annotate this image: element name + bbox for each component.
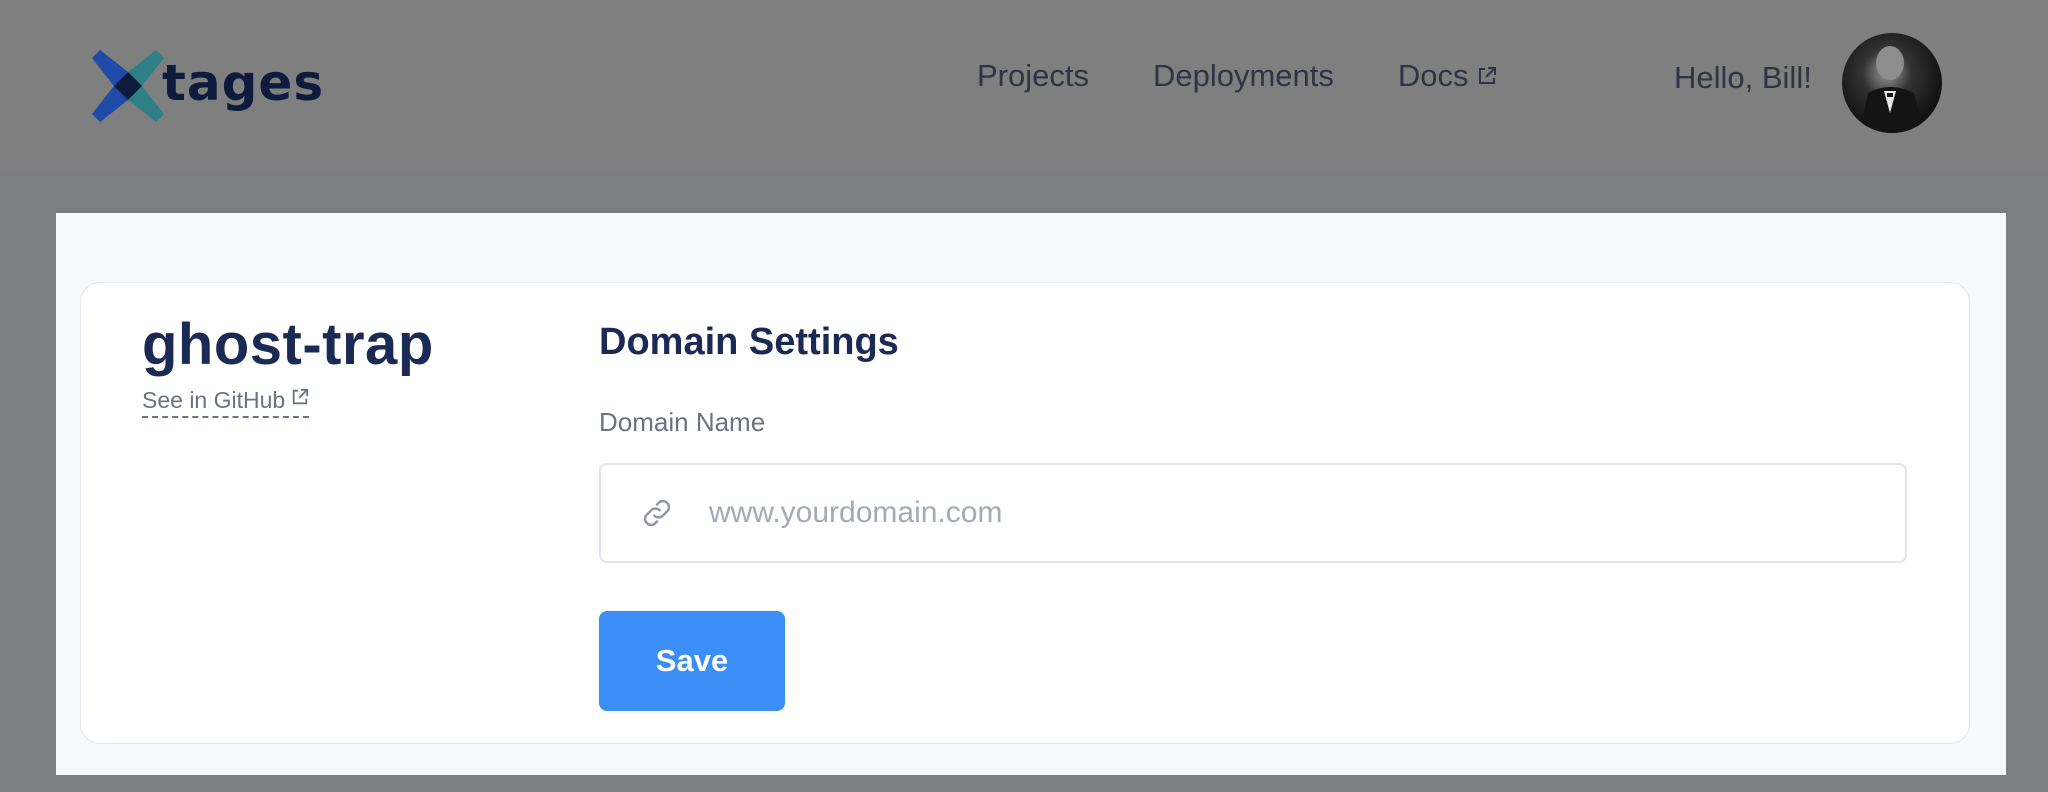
nav-docs-label: Docs [1397, 58, 1469, 93]
nav-docs[interactable]: Docs [1398, 58, 1497, 94]
github-link[interactable]: See in GitHub [142, 387, 310, 418]
domain-settings-card: ghost-trap See in GitHub Domain Settings… [80, 282, 1970, 744]
main-panel: ghost-trap See in GitHub Domain Settings… [56, 213, 2006, 775]
logo-x-icon [92, 50, 164, 122]
avatar-image [1860, 46, 1924, 133]
logo[interactable]: tages [92, 48, 324, 124]
nav-projects[interactable]: Projects [977, 58, 1089, 94]
section-title: Domain Settings [599, 321, 899, 363]
nav-projects-label: Projects [977, 58, 1089, 93]
avatar[interactable] [1842, 33, 1942, 133]
domain-name-field[interactable] [599, 463, 1907, 563]
project-title: ghost-trap [142, 312, 434, 377]
save-button[interactable]: Save [599, 611, 785, 711]
domain-name-label: Domain Name [599, 407, 766, 437]
domain-name-input[interactable] [709, 465, 1905, 561]
external-link-icon [1478, 67, 1496, 84]
nav-deployments-label: Deployments [1152, 58, 1334, 93]
nav-deployments[interactable]: Deployments [1153, 58, 1334, 94]
logo-text: tages [162, 54, 325, 112]
user-greeting: Hello, Bill! [1674, 60, 1812, 95]
external-link-icon [293, 388, 309, 404]
top-navigation-bar: tages Projects Deployments Docs Hello, B… [0, 0, 2048, 170]
link-icon [641, 497, 673, 529]
github-link-label: See in GitHub [142, 387, 286, 413]
main-nav: Projects Deployments Docs [977, 58, 1561, 94]
